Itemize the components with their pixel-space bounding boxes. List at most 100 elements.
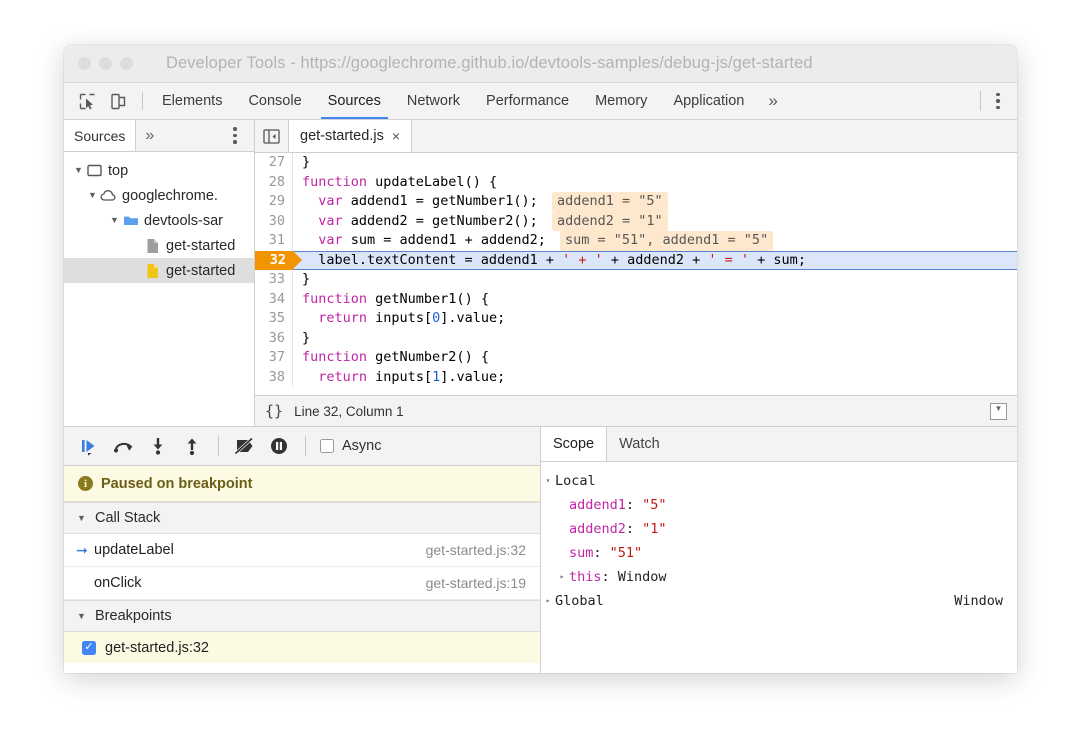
scope-row-this[interactable]: ▸ this : Window bbox=[541, 565, 1017, 589]
navigator-more-tabs-icon[interactable]: » bbox=[136, 120, 163, 151]
tab-console[interactable]: Console bbox=[235, 83, 314, 119]
scope-value: "51" bbox=[609, 545, 643, 561]
async-label: Async bbox=[342, 438, 382, 454]
deactivate-breakpoints-icon[interactable] bbox=[230, 433, 260, 459]
code-line[interactable]: 38 return inputs[1].value; bbox=[255, 367, 1017, 387]
code-line[interactable]: 27 } bbox=[255, 153, 1017, 173]
navigator-menu-container bbox=[226, 120, 254, 151]
chevron-down-icon[interactable]: ▼ bbox=[86, 191, 99, 200]
code-line[interactable]: 36 } bbox=[255, 328, 1017, 348]
scope-value: "1" bbox=[642, 521, 667, 537]
call-stack-frame-updatelabel[interactable]: ➞ updateLabel get-started.js:32 bbox=[64, 534, 540, 567]
debugger-sidebar: Async i Paused on breakpoint ▼ Call Stac… bbox=[64, 427, 541, 673]
line-number: 27 bbox=[255, 153, 293, 173]
devtools-panel-tabs: Elements Console Sources Network Perform… bbox=[149, 83, 789, 119]
code-text: label.textContent = addend1 + ' + ' + ad… bbox=[293, 251, 1017, 271]
scope-row-addend1[interactable]: addend1 : "5" bbox=[541, 493, 1017, 517]
main-menu-kebab-icon[interactable] bbox=[989, 90, 1007, 112]
tree-item-get-started-js[interactable]: ▸ get-started bbox=[64, 258, 254, 283]
tree-item-devtools-samples-folder[interactable]: ▼ devtools-sar bbox=[64, 208, 254, 233]
breakpoints-section-header[interactable]: ▼ Breakpoints bbox=[64, 600, 540, 632]
devtools-main-toolbar: Elements Console Sources Network Perform… bbox=[64, 83, 1017, 120]
call-stack-frame-onclick[interactable]: onClick get-started.js:19 bbox=[64, 567, 540, 600]
code-line[interactable]: 31 var sum = addend1 + addend2; sum = "51… bbox=[255, 231, 1017, 251]
code-text: function updateLabel() { bbox=[302, 173, 498, 190]
chevron-right-icon[interactable]: ▸ bbox=[541, 589, 555, 613]
scope-row-global[interactable]: ▸ Global Window bbox=[541, 589, 1017, 613]
cloud-icon bbox=[99, 189, 118, 202]
tab-elements[interactable]: Elements bbox=[149, 83, 235, 119]
tab-sources[interactable]: Sources bbox=[315, 83, 394, 119]
code-line[interactable]: 35 return inputs[0].value; bbox=[255, 309, 1017, 329]
chevron-down-icon[interactable]: ▼ bbox=[76, 611, 87, 621]
tree-item-get-started-html[interactable]: ▸ get-started bbox=[64, 233, 254, 258]
code-line[interactable]: 34 function getNumber1() { bbox=[255, 289, 1017, 309]
code-text: } bbox=[302, 271, 311, 287]
pause-on-exceptions-icon[interactable] bbox=[264, 433, 294, 459]
chevron-down-icon[interactable]: ▼ bbox=[72, 166, 85, 175]
folder-icon bbox=[121, 214, 140, 227]
scope-pane: Scope Watch ▾ Local addend1 : "5" addend… bbox=[541, 427, 1017, 673]
more-tabs-icon[interactable]: » bbox=[757, 83, 788, 119]
editor-pane: get-started.js × 27 } 28 function update… bbox=[255, 120, 1017, 426]
navigator-kebab-icon[interactable] bbox=[226, 125, 244, 147]
close-icon[interactable]: × bbox=[392, 128, 400, 144]
async-checkbox[interactable] bbox=[320, 439, 334, 453]
window-title: Developer Tools - https://googlechrome.g… bbox=[166, 54, 813, 72]
breakpoint-line-number[interactable]: 32 bbox=[255, 250, 302, 270]
tree-item-top[interactable]: ▼ top bbox=[64, 158, 254, 183]
async-checkbox-row[interactable]: Async bbox=[320, 438, 382, 454]
code-line-current[interactable]: 32 label.textContent = addend1 + ' + ' +… bbox=[255, 250, 1017, 271]
chevron-down-icon[interactable]: ▼ bbox=[108, 216, 121, 225]
step-out-of-current-function-icon[interactable] bbox=[177, 433, 207, 459]
scope-name: Local bbox=[555, 473, 596, 489]
code-line[interactable]: 33 } bbox=[255, 270, 1017, 290]
paused-message: Paused on breakpoint bbox=[101, 475, 253, 492]
editor-tab-get-started-js[interactable]: get-started.js × bbox=[289, 120, 413, 152]
scope-name: Global bbox=[555, 593, 604, 609]
tab-application[interactable]: Application bbox=[660, 83, 757, 119]
tab-scope[interactable]: Scope bbox=[541, 427, 608, 461]
resume-script-execution-icon[interactable] bbox=[75, 433, 105, 459]
tree-item-label: top bbox=[108, 162, 129, 179]
line-number: 37 bbox=[255, 348, 293, 368]
device-toolbar-icon[interactable] bbox=[107, 90, 129, 112]
breakpoint-checkbox[interactable]: ✓ bbox=[82, 640, 96, 655]
scope-row-local[interactable]: ▾ Local bbox=[541, 469, 1017, 493]
document-icon bbox=[143, 238, 162, 254]
tab-watch[interactable]: Watch bbox=[607, 427, 672, 461]
editor-tabbar: get-started.js × bbox=[255, 120, 1017, 153]
show-drawer-icon[interactable]: ▼ bbox=[990, 402, 1007, 420]
code-line[interactable]: 29 var addend1 = getNumber1(); addend1 = … bbox=[255, 192, 1017, 212]
code-text: } bbox=[302, 154, 311, 170]
scope-row-sum[interactable]: sum : "51" bbox=[541, 541, 1017, 565]
scope-separator: : bbox=[601, 569, 618, 585]
code-text: var addend1 = getNumber1(); addend1 = "5" bbox=[293, 192, 1017, 212]
step-over-next-function-call-icon[interactable] bbox=[109, 433, 139, 459]
code-line[interactable]: 37 function getNumber2() { bbox=[255, 348, 1017, 368]
breakpoint-item[interactable]: ✓ get-started.js:32 bbox=[64, 632, 540, 663]
code-line[interactable]: 28 function updateLabel() { bbox=[255, 172, 1017, 192]
scope-name: addend1 bbox=[569, 497, 626, 513]
tab-network[interactable]: Network bbox=[394, 83, 473, 119]
tree-item-googlechrome-domain[interactable]: ▼ googlechrome. bbox=[64, 183, 254, 208]
frame-location: get-started.js:32 bbox=[425, 542, 526, 558]
file-tree: ▼ top ▼ googlechrome. ▼ devtools-sar get… bbox=[64, 152, 254, 426]
toolbar-icon-group bbox=[64, 83, 136, 119]
pretty-print-icon[interactable]: {} bbox=[265, 402, 283, 420]
tab-performance[interactable]: Performance bbox=[473, 83, 582, 119]
scope-row-addend2[interactable]: addend2 : "1" bbox=[541, 517, 1017, 541]
chevron-down-icon[interactable]: ▾ bbox=[541, 469, 555, 493]
call-stack-section-header[interactable]: ▼ Call Stack bbox=[64, 502, 540, 534]
code-editor[interactable]: 27 } 28 function updateLabel() { 29 var … bbox=[255, 153, 1017, 395]
chevron-down-icon[interactable]: ▼ bbox=[76, 513, 87, 523]
sources-upper-region: Sources » ▼ top ▼ googlechrome. ▼ devtoo… bbox=[64, 120, 1017, 427]
code-text: } bbox=[302, 329, 311, 346]
show-navigator-icon[interactable] bbox=[255, 120, 289, 152]
tab-memory[interactable]: Memory bbox=[582, 83, 660, 119]
code-line[interactable]: 30 var addend2 = getNumber2(); addend2 = … bbox=[255, 211, 1017, 231]
inspect-element-icon[interactable] bbox=[76, 90, 98, 112]
chevron-right-icon[interactable]: ▸ bbox=[555, 565, 569, 589]
step-into-next-function-call-icon[interactable] bbox=[143, 433, 173, 459]
navigator-tab-sources[interactable]: Sources bbox=[64, 120, 137, 151]
